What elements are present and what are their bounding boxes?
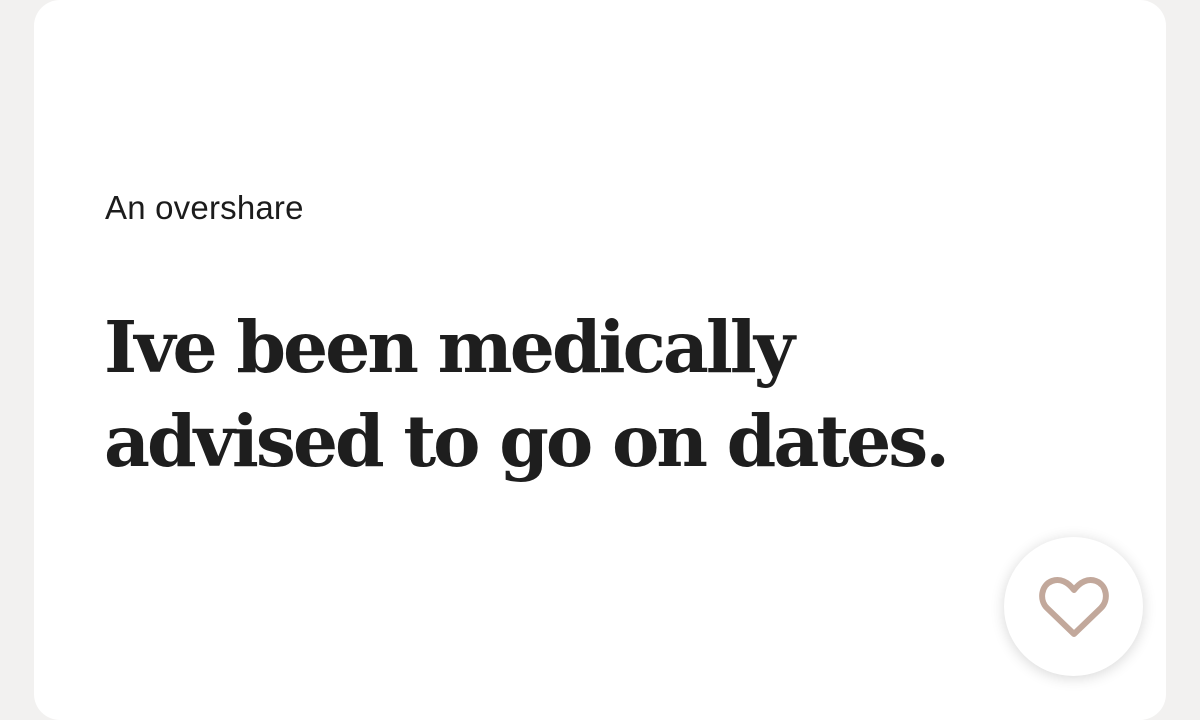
prompt-card: An overshare Ive been medically advised … [34,0,1166,720]
prompt-answer: Ive been medically advised to go on date… [104,305,950,483]
prompt-label: An overshare [105,189,304,226]
like-button[interactable] [1004,537,1143,676]
heart-icon [1038,576,1109,637]
